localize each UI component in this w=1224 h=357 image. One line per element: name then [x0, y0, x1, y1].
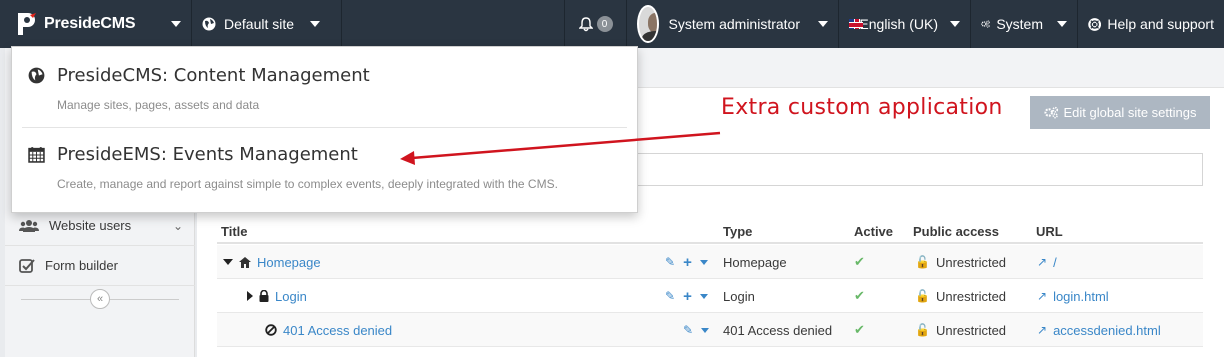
- unlock-icon: 🔓: [915, 289, 930, 303]
- brand-name: PresideCMS: [44, 15, 136, 32]
- chevron-down-icon[interactable]: [701, 327, 710, 333]
- sidebar-item-label: Form builder: [45, 258, 118, 273]
- notifications-button[interactable]: 0: [565, 0, 627, 48]
- site-selector[interactable]: Default site: [192, 0, 342, 48]
- add-child-icon[interactable]: +: [683, 288, 692, 305]
- page-url-link[interactable]: accessdenied.html: [1053, 323, 1161, 338]
- edit-pencil-icon[interactable]: ✎: [665, 289, 675, 303]
- external-link-icon[interactable]: ↗: [1037, 289, 1047, 303]
- help-label: Help and support: [1107, 16, 1214, 32]
- sidebar-item-label: Website users: [49, 218, 132, 233]
- sidebar-item-form-builder[interactable]: Form builder: [5, 246, 195, 286]
- app-menu-item-description: Manage sites, pages, assets and data: [57, 98, 260, 112]
- globe-icon: [202, 17, 216, 31]
- chevron-down-icon[interactable]: [699, 293, 708, 299]
- external-link-icon[interactable]: ↗: [1037, 323, 1047, 337]
- page-title-link[interactable]: 401 Access denied: [283, 323, 392, 338]
- page-title-link[interactable]: Homepage: [257, 255, 321, 270]
- column-header-active[interactable]: Active: [854, 218, 893, 244]
- app-switcher[interactable]: PresideCMS: [0, 0, 192, 48]
- home-icon: [239, 256, 251, 268]
- page-type: Login: [723, 288, 755, 304]
- column-header-url[interactable]: URL: [1036, 218, 1063, 244]
- avatar: [637, 5, 659, 43]
- gears-icon: [981, 20, 990, 28]
- sidebar-collapse-row: «: [5, 286, 195, 316]
- edit-pencil-icon[interactable]: ✎: [683, 323, 693, 337]
- edit-pencil-icon[interactable]: ✎: [665, 255, 675, 269]
- lock-icon: [259, 290, 269, 302]
- external-link-icon[interactable]: ↗: [1037, 255, 1047, 269]
- page-title-link[interactable]: Login: [275, 289, 307, 304]
- system-menu[interactable]: System: [971, 0, 1078, 48]
- page-type: Homepage: [723, 254, 787, 270]
- chevron-down-icon: [1057, 21, 1067, 27]
- user-name: System administrator: [668, 16, 800, 32]
- site-selector-label: Default site: [224, 16, 295, 32]
- table-row: Homepage ✎ + Homepage ✔ 🔓 Unrestricted ↗…: [217, 245, 1203, 279]
- help-menu[interactable]: Help and support: [1078, 0, 1224, 48]
- edit-global-settings-label: Edit global site settings: [1063, 105, 1197, 120]
- sidebar-collapse-button[interactable]: «: [90, 289, 110, 309]
- brand-logo: PresideCMS: [14, 11, 136, 37]
- preside-logo-icon: [18, 13, 36, 35]
- column-header-type[interactable]: Type: [723, 218, 752, 244]
- app-menu-item-title: PresideEMS: Events Management: [57, 144, 358, 165]
- access-label: Unrestricted: [935, 254, 1007, 270]
- navbar-spacer: [342, 0, 565, 48]
- column-header-public-access[interactable]: Public access: [913, 218, 999, 244]
- menu-divider: [22, 127, 627, 128]
- calendar-icon: [28, 147, 45, 163]
- table-row: Login ✎ + Login ✔ 🔓 Unrestricted ↗ login…: [217, 279, 1203, 313]
- table-row: 401 Access denied ✎ 401 Access denied ✔ …: [217, 313, 1203, 347]
- row-tools: ✎ +: [665, 279, 708, 313]
- gears-icon: [1043, 106, 1058, 119]
- chevron-down-icon: [950, 21, 960, 27]
- app-menu-item-description: Create, manage and report against simple…: [57, 177, 558, 191]
- edit-global-settings-button[interactable]: Edit global site settings: [1030, 96, 1210, 129]
- chevron-down-icon: [310, 21, 321, 27]
- row-tools: ✎: [683, 313, 710, 347]
- notification-count-badge: 0: [596, 16, 613, 32]
- app-switcher-menu: PresideCMS: Content Management Manage si…: [11, 46, 638, 213]
- active-check-icon: ✔: [854, 254, 865, 269]
- active-check-icon: ✔: [854, 322, 865, 337]
- uk-flag-icon: [849, 19, 864, 29]
- expand-toggle-icon[interactable]: [223, 259, 233, 265]
- users-icon: [19, 219, 39, 232]
- user-menu[interactable]: System administrator: [627, 0, 839, 48]
- page-url-link[interactable]: /: [1053, 255, 1057, 270]
- checkbox-icon: [19, 258, 35, 273]
- add-child-icon[interactable]: +: [683, 254, 692, 271]
- page-url-link[interactable]: login.html: [1053, 289, 1109, 304]
- page-type: 401 Access denied: [723, 322, 833, 338]
- app-menu-item-title: PresideCMS: Content Management: [57, 65, 370, 86]
- active-check-icon: ✔: [854, 288, 865, 303]
- chevron-down-icon[interactable]: [699, 259, 708, 265]
- top-navbar: PresideCMS Default site 0 System adminis…: [0, 0, 1224, 48]
- access-label: Unrestricted: [935, 322, 1007, 338]
- app-menu-item-cms[interactable]: PresideCMS: Content Management Manage si…: [12, 65, 637, 112]
- language-label: English (UK): [859, 16, 938, 32]
- chevron-down-icon: [818, 21, 828, 27]
- life-ring-icon: [1088, 17, 1102, 31]
- app-menu-item-ems[interactable]: PresideEMS: Events Management Create, ma…: [12, 144, 637, 191]
- annotation-text: Extra custom application: [721, 95, 1003, 120]
- row-tools: ✎ +: [665, 245, 708, 279]
- unlock-icon: 🔓: [915, 255, 930, 269]
- ban-icon: [265, 324, 277, 336]
- system-menu-label: System: [996, 16, 1043, 32]
- chevron-down-icon: ⌄: [172, 218, 183, 233]
- bell-icon: [578, 16, 593, 31]
- column-header-title[interactable]: Title: [221, 218, 248, 244]
- access-label: Unrestricted: [935, 288, 1007, 304]
- expand-toggle-icon[interactable]: [247, 291, 253, 301]
- chevron-down-icon: [171, 21, 181, 27]
- language-selector[interactable]: English (UK): [839, 0, 971, 48]
- globe-icon: [28, 67, 45, 84]
- unlock-icon: 🔓: [915, 323, 930, 337]
